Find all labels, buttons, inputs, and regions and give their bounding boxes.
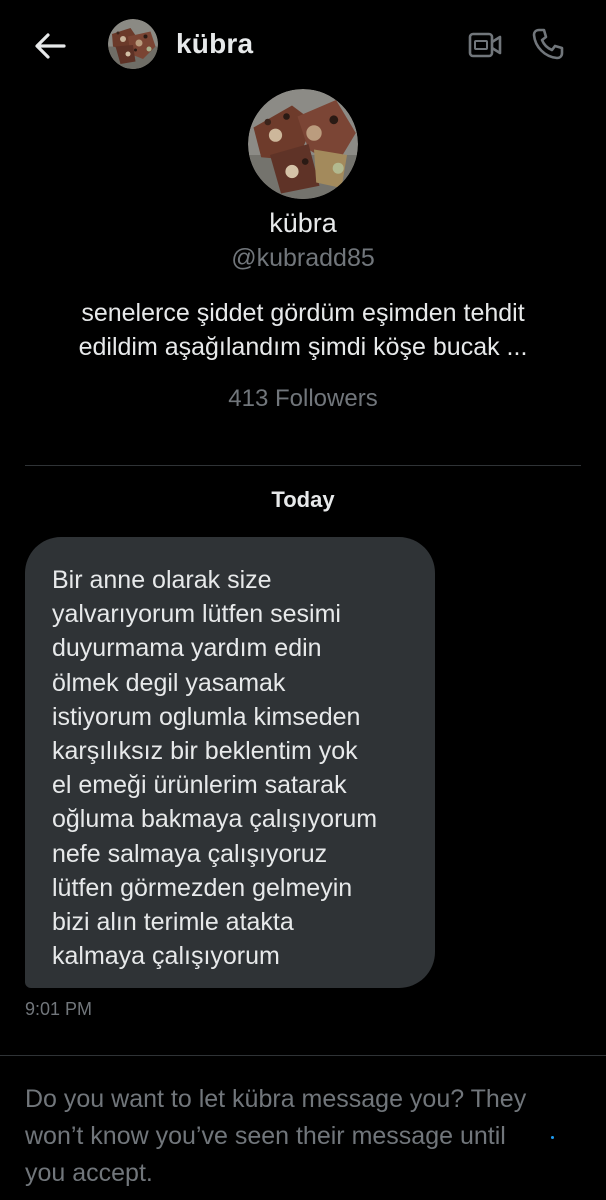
top-bar: kübra [0, 0, 606, 90]
profile-bio: senelerce şiddet gördüm eşimden tehdit e… [78, 299, 528, 361]
profile-avatar[interactable] [248, 89, 358, 199]
divider [25, 465, 581, 466]
arrow-left-icon [35, 33, 66, 59]
avatar-image [108, 19, 158, 69]
divider [0, 1055, 606, 1056]
date-separator: Today [271, 487, 335, 512]
video-call-button[interactable] [466, 28, 504, 62]
indicator-dot [551, 1136, 554, 1139]
followers-count[interactable]: 413 Followers [0, 385, 606, 413]
message-timestamp: 9:01 PM [25, 999, 93, 1019]
voice-call-button[interactable] [528, 24, 568, 64]
phone-icon [532, 28, 564, 60]
header-title[interactable]: kübra [176, 28, 253, 60]
message-bubble[interactable]: Bir anne olarak size yalvarıyorum lütfen… [25, 537, 435, 988]
profile-handle: @kubradd85 [231, 244, 375, 272]
message-text: Bir anne olarak size yalvarıyorum lütfen… [52, 566, 378, 971]
message-request-prompt: Do you want to let kübra message you? Th… [25, 1085, 527, 1187]
profile-avatar-image [248, 89, 358, 199]
profile-name: kübra [269, 208, 337, 238]
dm-conversation-screen: kübra kübra @kubradd85 senelerce şiddet … [0, 0, 606, 1200]
avatar[interactable] [108, 19, 158, 69]
back-button[interactable] [30, 26, 70, 66]
video-camera-icon [468, 32, 502, 58]
